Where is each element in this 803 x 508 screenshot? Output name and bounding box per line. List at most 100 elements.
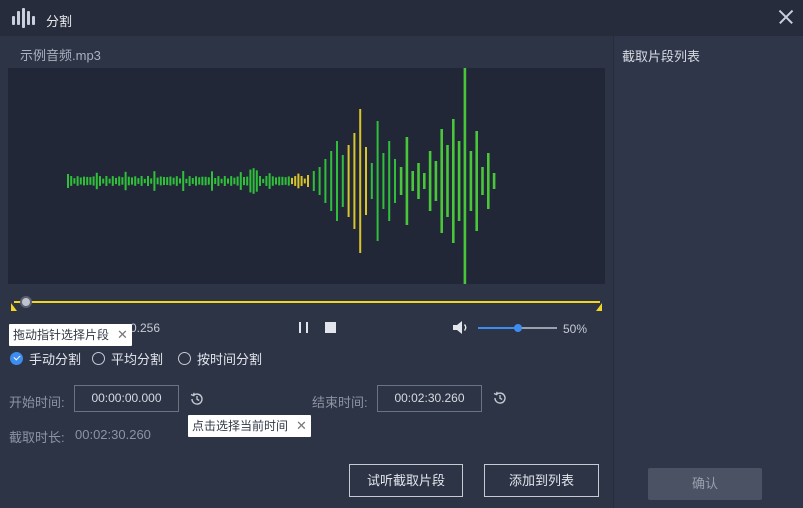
confirm-button[interactable]: 确认 [648, 468, 762, 500]
timeline-bar[interactable] [11, 296, 602, 314]
waveform-bar [131, 177, 133, 185]
waveform-bar [312, 171, 315, 191]
file-name: 示例音频.mp3 [20, 48, 101, 63]
waveform-bar [236, 176, 239, 186]
start-time-label: 开始时间: [9, 395, 65, 410]
tooltip-close-icon[interactable]: ✕ [117, 324, 128, 346]
waveform-bar [249, 169, 252, 193]
waveform-bar [191, 178, 194, 184]
radio-icon[interactable] [178, 351, 191, 365]
waveform-bar [159, 176, 162, 186]
preview-segment-button[interactable]: 试听截取片段 [349, 464, 463, 497]
waveform-bar [220, 178, 223, 184]
waveform-bar [179, 178, 181, 184]
mode-manual-split[interactable]: 手动分割 [10, 350, 81, 367]
waveform-bar [188, 176, 191, 186]
waveform-bar [105, 176, 108, 186]
waveform-bar [259, 176, 261, 186]
volume-knob[interactable] [513, 324, 522, 332]
drag-pointer-tooltip: 拖动指针选择片段 ✕ [9, 324, 132, 346]
waveform-bar [108, 178, 111, 184]
waveform-bar [330, 151, 333, 211]
range-end-handle[interactable] [596, 303, 602, 311]
waveform-bar [278, 176, 281, 186]
waveform-bar [195, 176, 197, 186]
waveform [67, 68, 496, 284]
waveform-bar [102, 178, 105, 184]
end-time-input[interactable]: 00:02:30.260 [377, 385, 482, 412]
stop-icon[interactable] [325, 322, 336, 333]
waveform-bar [376, 121, 379, 241]
waveform-bar [262, 178, 265, 184]
waveform-bar [156, 177, 159, 185]
add-to-list-button[interactable]: 添加到列表 [484, 464, 599, 497]
close-icon[interactable] [773, 5, 797, 29]
waveform-bar [230, 176, 233, 186]
waveform-bar [147, 176, 149, 186]
waveform-bar [92, 176, 95, 186]
radio-icon[interactable] [92, 351, 105, 365]
playhead-knob[interactable] [20, 296, 32, 308]
tooltip-close-icon[interactable]: ✕ [296, 415, 307, 437]
title-bar: 分割 [0, 0, 803, 36]
tooltip-text: 拖动指针选择片段 [13, 328, 110, 342]
waveform-bar [336, 141, 338, 221]
waveform-bar [475, 131, 478, 231]
range-start-handle[interactable] [11, 303, 17, 311]
waveform-view[interactable] [8, 68, 605, 284]
waveform-bar [382, 153, 385, 209]
waveform-bar [359, 109, 362, 253]
current-time: 0.256 [130, 321, 161, 335]
volume-slider[interactable] [478, 324, 557, 332]
waveform-bar [271, 176, 274, 186]
waveform-bar [252, 168, 255, 194]
waveform-bar [297, 173, 300, 189]
waveform-bar [79, 177, 82, 185]
mode-average-split[interactable]: 平均分割 [92, 350, 163, 367]
waveform-bar [214, 178, 217, 184]
waveform-bar [201, 176, 204, 186]
waveform-bar [469, 151, 473, 211]
waveform-bar [124, 171, 127, 191]
segment-list-panel: 截取片段列表 确认 [613, 36, 803, 508]
waveform-bar [67, 174, 69, 188]
audio-bars-icon [10, 7, 36, 29]
segment-list-title: 截取片段列表 [622, 49, 701, 64]
waveform-bar [487, 153, 490, 209]
waveform-bar [341, 155, 344, 207]
select-current-time-tooltip: 点击选择当前时间 ✕ [188, 415, 311, 437]
waveform-bar [182, 171, 185, 191]
waveform-bar [70, 176, 73, 186]
history-clock-icon[interactable] [189, 391, 205, 407]
waveform-bar [399, 167, 403, 195]
waveform-bar [291, 177, 293, 185]
waveform-bar [394, 159, 396, 203]
waveform-bar [115, 177, 117, 185]
window-title: 分割 [46, 14, 73, 29]
waveform-bar [217, 176, 220, 186]
waveform-bar [227, 178, 229, 184]
waveform-bar [73, 178, 76, 184]
duration-value: 00:02:30.260 [75, 427, 151, 442]
history-clock-icon[interactable] [492, 390, 508, 406]
waveform-bar [121, 177, 124, 185]
tooltip-text: 点击选择当前时间 [192, 419, 289, 433]
waveform-bar [347, 145, 350, 217]
waveform-bar [204, 176, 207, 186]
waveform-bar [166, 177, 169, 185]
volume-icon[interactable] [452, 320, 470, 335]
waveform-bar [134, 176, 137, 186]
waveform-bar [172, 177, 175, 185]
pause-icon[interactable] [298, 322, 310, 333]
waveform-bar [150, 178, 153, 184]
waveform-bar [185, 178, 188, 184]
waveform-bar [76, 176, 79, 186]
waveform-bar [207, 177, 210, 185]
waveform-bar [275, 177, 277, 185]
mode-time-split[interactable]: 按时间分割 [178, 350, 262, 367]
editor-panel: 示例音频.mp3 0.256 拖动指针选择片段 ✕ 50% 手动分割 平均分割 [0, 36, 613, 508]
start-time-input[interactable]: 00:00:00.000 [74, 385, 179, 412]
radio-checked-icon[interactable] [10, 351, 23, 365]
waveform-bar [239, 172, 242, 190]
waveform-bar [223, 176, 226, 186]
